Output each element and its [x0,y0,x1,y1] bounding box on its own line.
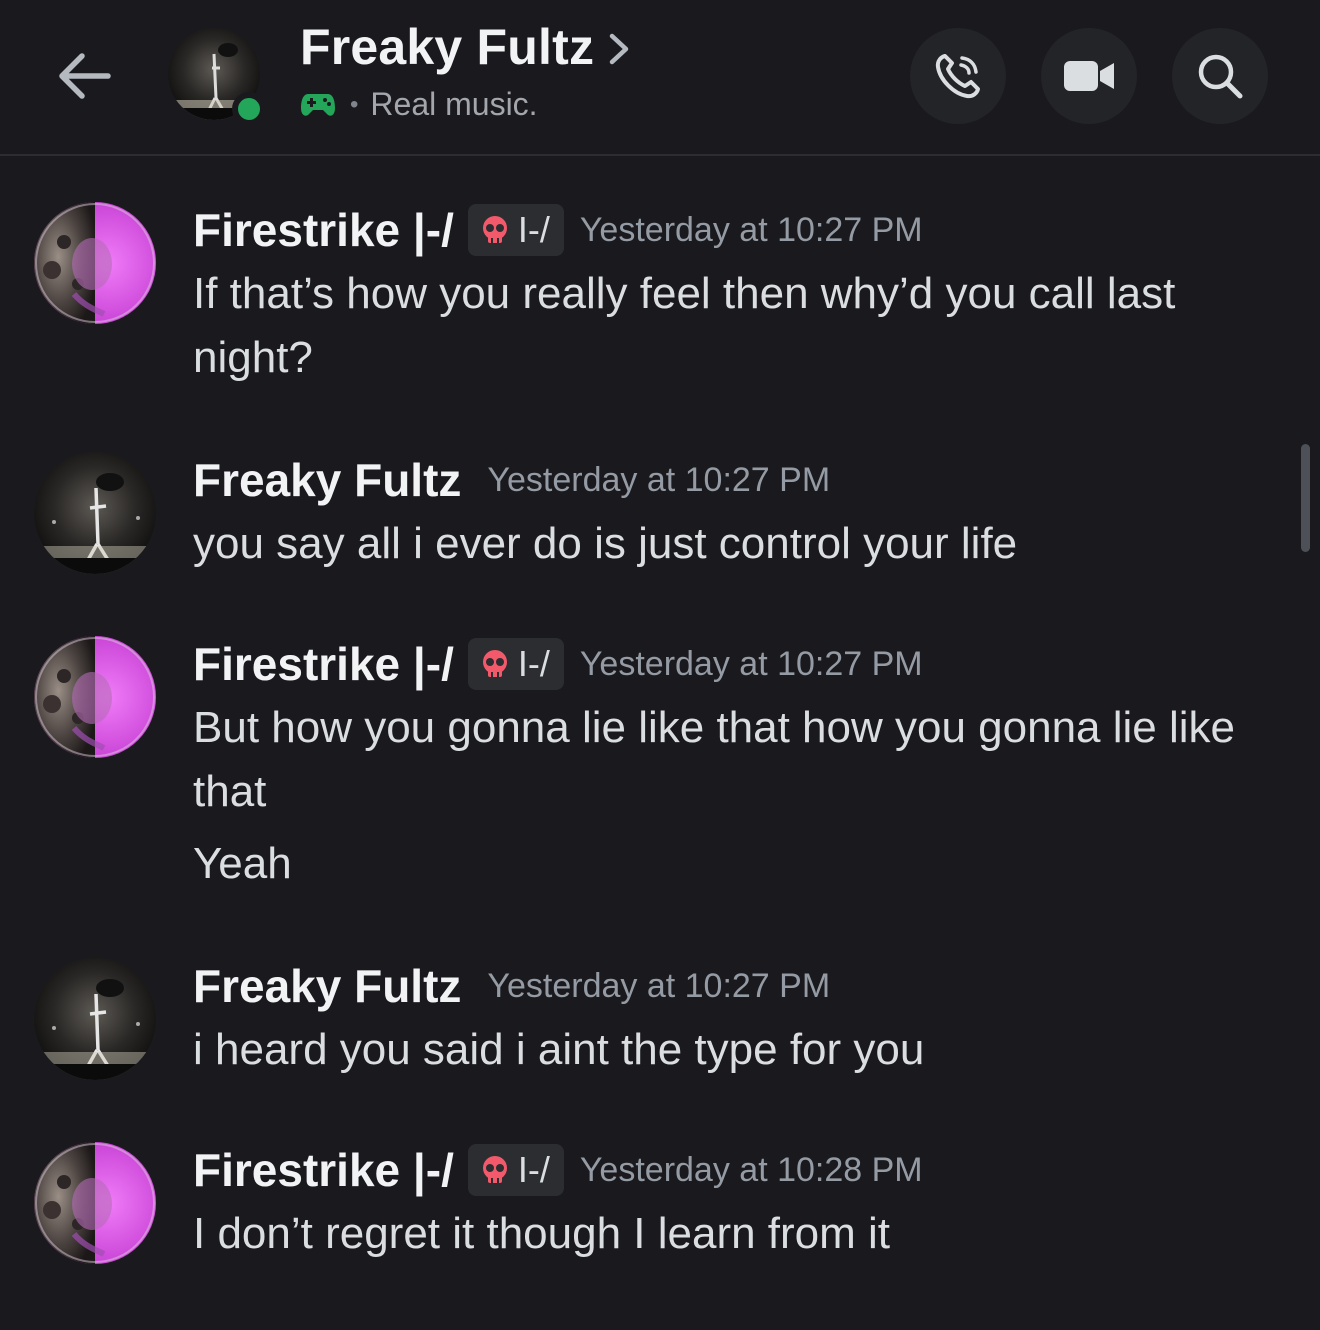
header-avatar[interactable] [168,28,266,126]
avatar[interactable] [34,202,156,324]
server-tag-label: I-/ [517,1149,550,1190]
message-text: you say all i ever do is just control yo… [193,519,1018,568]
phone-icon [935,54,980,99]
back-button[interactable] [50,42,118,110]
scrollbar-thumb[interactable] [1301,444,1310,552]
avatar-image [34,958,156,1080]
voice-call-button[interactable] [910,28,1006,124]
avatar-image [34,452,156,574]
chat-header: Freaky Fultz • Real music. [0,0,1320,156]
message-author[interactable]: Freaky Fultz [193,959,461,1013]
arrow-left-icon [59,53,111,99]
server-tag-label: I-/ [517,643,550,684]
skull-icon [482,1156,507,1183]
server-tag-label: I-/ [517,209,550,250]
message-author[interactable]: Firestrike |-/ [193,1143,454,1197]
message-text: Yeah [193,839,292,888]
server-tag[interactable]: I-/ [467,638,564,690]
avatar[interactable] [34,958,156,1080]
page-title: Freaky Fultz [300,19,595,75]
message-timestamp: Yesterday at 10:27 PM [487,460,831,499]
avatar[interactable] [34,636,156,758]
chevron-right-icon [609,33,629,65]
status-text: Real music. [370,86,538,122]
video-call-button[interactable] [1041,28,1137,124]
video-camera-icon [1064,61,1114,91]
custom-status: • Real music. [300,86,538,123]
avatar-image [34,1142,156,1264]
avatar[interactable] [34,452,156,574]
status-separator: • [350,90,359,118]
online-status-indicator [232,92,266,126]
message-author[interactable]: Freaky Fultz [193,453,461,507]
server-tag[interactable]: I-/ [467,1144,564,1196]
avatar-image [34,202,156,324]
message-text: If that’s how you really feel then why’d… [193,269,1176,382]
message-text: But how you gonna lie like that how you … [193,703,1236,816]
message-author[interactable]: Firestrike |-/ [193,637,454,691]
message-timestamp: Yesterday at 10:27 PM [579,210,923,249]
message-timestamp: Yesterday at 10:27 PM [579,644,923,683]
server-tag[interactable]: I-/ [467,204,564,256]
avatar[interactable] [34,1142,156,1264]
message-list: Firestrike |-/ I-/ Yesterday at 10:27 PM… [0,158,1320,1330]
search-icon [1198,54,1243,99]
message-timestamp: Yesterday at 10:28 PM [579,1150,923,1189]
skull-icon [482,650,507,677]
search-button[interactable] [1172,28,1268,124]
avatar-image [34,636,156,758]
message-text: i heard you said i aint the type for you [193,1025,925,1074]
channel-title[interactable]: Freaky Fultz [300,18,630,76]
game-controller-icon [301,93,335,116]
skull-icon [482,216,507,243]
message-author[interactable]: Firestrike |-/ [193,203,454,257]
message-text: I don’t regret it though I learn from it [193,1209,891,1258]
message-timestamp: Yesterday at 10:27 PM [487,966,831,1005]
